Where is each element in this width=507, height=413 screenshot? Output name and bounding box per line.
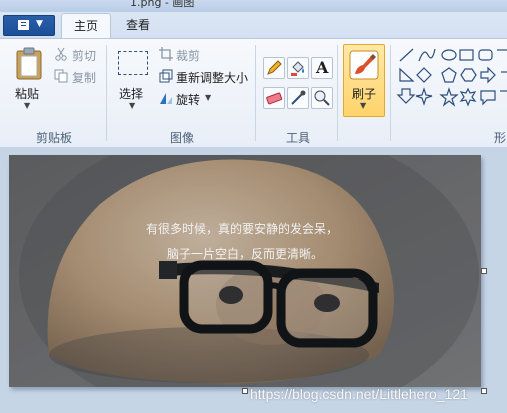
- paint-bucket-icon: [291, 61, 304, 76]
- chevron-down-icon: ▼: [360, 101, 367, 110]
- brush-icon: [349, 50, 379, 80]
- callout-shape-icon: [480, 90, 496, 106]
- tools-group-label: 工具: [286, 131, 311, 145]
- hexagon-shape-icon: [460, 68, 477, 82]
- select-label: 选择: [119, 87, 144, 101]
- right-triangle-shape-icon: [399, 67, 415, 82]
- resize-handle-bottom[interactable]: [242, 388, 248, 394]
- five-point-star-icon: [439, 87, 459, 107]
- chevron-down-icon: ▼: [129, 101, 136, 110]
- ribbon: 粘贴 ▼ 剪切 复制 剪贴板 选择 ▼ 裁剪 重新调整大小 旋转 ▼ 图像 A: [0, 38, 507, 148]
- eraser-icon: [266, 92, 283, 105]
- group-divider: [337, 45, 338, 141]
- resize-icon: [159, 69, 173, 83]
- down-arrow-shape-icon: [396, 88, 416, 104]
- right-arrow-shape-icon: [480, 66, 496, 84]
- paste-button[interactable]: 粘贴 ▼: [10, 45, 48, 115]
- rotate-icon: [160, 93, 172, 104]
- pencil-tool[interactable]: [263, 57, 285, 79]
- brushes-button[interactable]: 刷子 ▼: [343, 44, 385, 117]
- rounded-rectangle-shape-icon: [478, 49, 493, 61]
- pentagon-shape-icon: [441, 67, 457, 83]
- guinea-pig-photo: [9, 155, 481, 387]
- image-group-label: 图像: [170, 131, 195, 145]
- line-shape-icon: [399, 48, 414, 62]
- clipboard-group-label: 剪贴板: [36, 131, 73, 145]
- six-point-star-icon: [459, 87, 477, 107]
- eraser-tool[interactable]: [263, 87, 285, 109]
- title-bar: 1.png - 画图: [0, 0, 507, 12]
- photo-caption-line2: 脑子一片空白，反而更清晰。: [167, 247, 324, 261]
- shapes-gallery[interactable]: [396, 45, 507, 111]
- copy-button[interactable]: 复制: [72, 69, 96, 86]
- text-a-icon: A: [316, 58, 329, 77]
- chevron-down-icon: ▼: [36, 19, 43, 29]
- photo-caption-line1: 有很多时候，真的要安静的发会呆，: [146, 222, 339, 236]
- crop-icon: [159, 47, 173, 61]
- brushes-label: 刷子: [352, 87, 377, 101]
- chevron-down-icon: ▼: [205, 93, 212, 102]
- magnifier-icon: [314, 90, 330, 106]
- tab-view[interactable]: 查看: [116, 13, 160, 38]
- select-button[interactable]: 选择 ▼: [113, 45, 153, 115]
- resize-button[interactable]: 重新调整大小: [176, 69, 248, 86]
- oval-shape-icon: [441, 49, 457, 61]
- group-divider: [106, 45, 107, 141]
- file-menu-button[interactable]: ▼: [3, 15, 55, 36]
- copy-icon: [54, 69, 68, 83]
- group-divider: [390, 45, 391, 141]
- paste-label: 粘贴: [15, 87, 40, 101]
- fill-tool[interactable]: [287, 57, 309, 79]
- curve-shape-icon: [418, 48, 436, 62]
- four-point-star-icon: [415, 87, 433, 106]
- pencil-icon: [267, 60, 282, 75]
- tab-home[interactable]: 主页: [61, 13, 111, 39]
- scissors-icon: [55, 47, 67, 61]
- resize-handle-right[interactable]: [481, 268, 487, 274]
- watermark-text: https://blog.csdn.net/Littlehero_121: [250, 386, 468, 402]
- image-canvas[interactable]: 有很多时候，真的要安静的发会呆， 脑子一片空白，反而更清晰。: [9, 155, 481, 387]
- group-divider: [255, 45, 256, 141]
- text-tool[interactable]: A: [311, 57, 333, 79]
- selection-rect-icon: [118, 51, 148, 75]
- clipboard-icon: [16, 47, 42, 80]
- eyedropper-icon: [291, 90, 306, 105]
- menu-icon: [18, 20, 29, 30]
- resize-handle-corner[interactable]: [481, 388, 487, 394]
- rotate-button[interactable]: 旋转: [176, 91, 200, 108]
- diamond-shape-icon: [416, 67, 432, 83]
- color-picker-tool[interactable]: [287, 87, 309, 109]
- chevron-down-icon: ▼: [24, 101, 31, 110]
- rectangle-shape-icon: [459, 49, 474, 61]
- magnifier-tool[interactable]: [311, 87, 333, 109]
- shapes-group-label: 形: [494, 131, 507, 145]
- cut-button[interactable]: 剪切: [72, 47, 96, 64]
- crop-button[interactable]: 裁剪: [176, 47, 200, 64]
- window-title: 1.png - 画图: [130, 0, 195, 9]
